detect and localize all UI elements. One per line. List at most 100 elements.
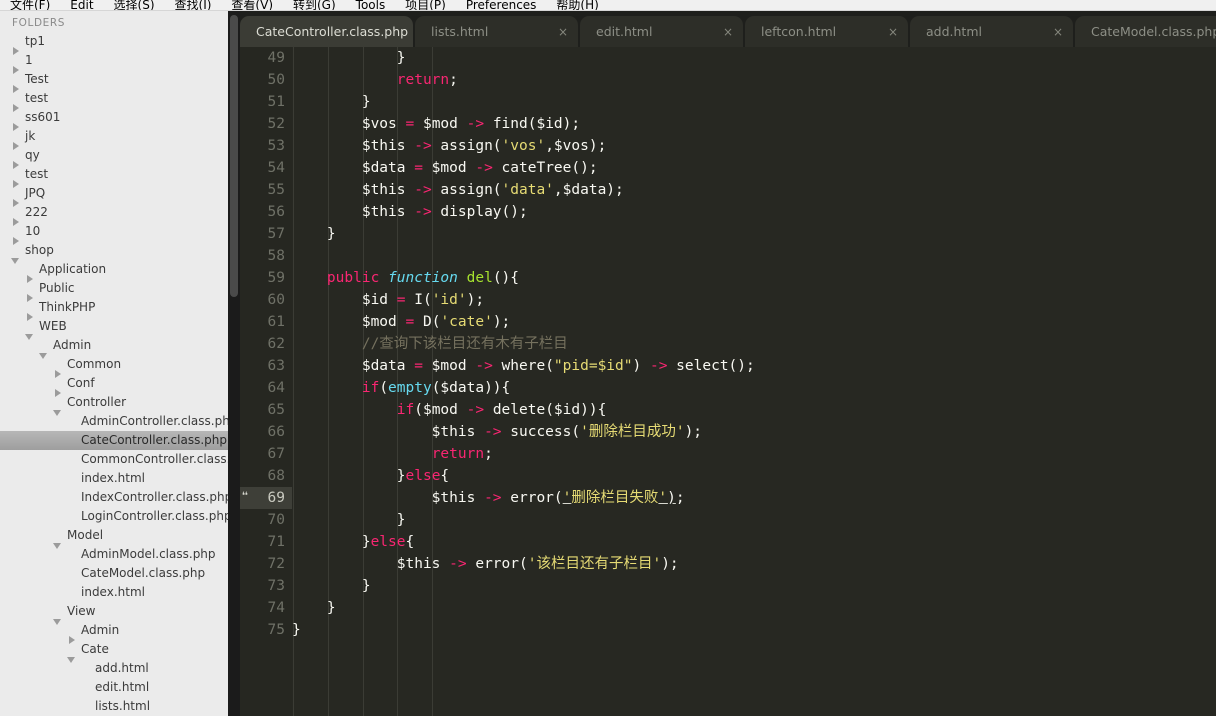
tree-folder[interactable]: Cate: [0, 640, 228, 663]
code-token: }: [292, 50, 406, 66]
line-number-value: 70: [267, 512, 285, 528]
tree-file[interactable]: LoginController.class.php: [0, 507, 228, 526]
code-token: return: [396, 72, 450, 88]
code-line[interactable]: }: [292, 597, 1216, 619]
menu-item-4[interactable]: 查看(V): [221, 0, 283, 10]
tree-file[interactable]: IndexController.class.php: [0, 488, 228, 507]
line-number: 67: [240, 443, 292, 465]
line-number-gutter: 49 50 51 52 53 54 55 56 57 58 59 60 61 62 63 64 65 66 67 68…: [240, 47, 292, 716]
tree-folder[interactable]: Controller: [0, 393, 228, 416]
menu-item-3[interactable]: 查找(I): [165, 0, 222, 10]
tree-file[interactable]: CateController.class.php: [0, 431, 228, 450]
tab-close-icon[interactable]: ×: [723, 26, 733, 38]
menu-item-7[interactable]: 项目(P): [395, 0, 456, 10]
code-line[interactable]: }else{: [292, 465, 1216, 487]
tree-file[interactable]: CommonController.class.php: [0, 450, 228, 469]
sidebar-scrollbar-track[interactable]: [228, 11, 240, 716]
menu-item-2[interactable]: 选择(S): [104, 0, 165, 10]
code-line[interactable]: public function del(){: [292, 267, 1216, 289]
menu-item-1[interactable]: Edit: [60, 0, 103, 10]
menu-item-0[interactable]: 文件(F): [0, 0, 60, 10]
code-line[interactable]: $mod = D('cate');: [292, 311, 1216, 333]
code-line[interactable]: $data = $mod -> where("pid=$id") -> sele…: [292, 355, 1216, 377]
tree-folder[interactable]: 1: [0, 51, 228, 74]
tree-folder[interactable]: ThinkPHP: [0, 298, 228, 321]
editor-tab[interactable]: lists.html ×: [415, 16, 578, 47]
tree-folder[interactable]: qy: [0, 146, 228, 169]
tree-file[interactable]: index.html: [0, 583, 228, 602]
code-line[interactable]: $this -> assign('data',$data);: [292, 179, 1216, 201]
code-line[interactable]: if($mod -> delete($id)){: [292, 399, 1216, 421]
code-line[interactable]: return;: [292, 443, 1216, 465]
tree-file[interactable]: add.html: [0, 659, 228, 678]
tree-folder[interactable]: JPQ: [0, 184, 228, 207]
code-line[interactable]: }: [292, 91, 1216, 113]
tree-folder[interactable]: 10: [0, 222, 228, 245]
tree-file[interactable]: AdminModel.class.php: [0, 545, 228, 564]
tree-folder[interactable]: tp1: [0, 32, 228, 55]
tab-close-icon[interactable]: ×: [888, 26, 898, 38]
editor-tab[interactable]: CateModel.class.php: [1075, 16, 1216, 47]
code-token: ): [632, 358, 650, 374]
tab-close-icon[interactable]: ×: [558, 26, 568, 38]
code-line[interactable]: $this -> display();: [292, 201, 1216, 223]
editor-tab[interactable]: leftcon.html ×: [745, 16, 908, 47]
code-line[interactable]: return;: [292, 69, 1216, 91]
tree-folder[interactable]: Admin: [0, 336, 228, 359]
editor-tab[interactable]: CateController.class.php×: [240, 16, 432, 47]
tree-folder[interactable]: test: [0, 89, 228, 112]
code-line[interactable]: }else{: [292, 531, 1216, 553]
tree-folder[interactable]: View: [0, 602, 228, 625]
tree-folder[interactable]: Test: [0, 70, 228, 93]
code-line[interactable]: $this -> success('删除栏目成功');: [292, 421, 1216, 443]
code-line[interactable]: }: [292, 575, 1216, 597]
code-line[interactable]: $vos = $mod -> find($id);: [292, 113, 1216, 135]
tree-folder[interactable]: Application: [0, 260, 228, 283]
code-line[interactable]: }: [292, 223, 1216, 245]
sidebar-scrollbar-thumb[interactable]: [230, 15, 238, 297]
tree-folder[interactable]: jk: [0, 127, 228, 150]
code-line[interactable]: $id = I('id');: [292, 289, 1216, 311]
tab-close-icon[interactable]: ×: [1053, 26, 1063, 38]
tree-folder[interactable]: shop: [0, 241, 228, 264]
tree-file[interactable]: index.html: [0, 469, 228, 488]
line-number: 61: [240, 311, 292, 333]
tree-folder[interactable]: WEB: [0, 317, 228, 340]
code-line[interactable]: }: [292, 619, 1216, 641]
code-lines[interactable]: } return; } $vos = $mod -> find($id); $t…: [292, 47, 1216, 716]
line-number-value: 51: [267, 94, 285, 110]
menu-item-9[interactable]: 帮助(H): [546, 0, 608, 10]
line-number: 57: [240, 223, 292, 245]
code-area[interactable]: 49 50 51 52 53 54 55 56 57 58 59 60 61 62 63 64 65 66 67 68…: [240, 47, 1216, 716]
tree-folder[interactable]: Common: [0, 355, 228, 378]
code-line[interactable]: }: [292, 47, 1216, 69]
menu-item-5[interactable]: 转到(G): [283, 0, 346, 10]
editor-scrollbar[interactable]: [1211, 47, 1216, 716]
code-token: else: [370, 534, 406, 550]
code-line[interactable]: $this -> error('删除栏目失败');: [292, 487, 1216, 509]
code-line[interactable]: }: [292, 509, 1216, 531]
tree-file[interactable]: AdminController.class.php: [0, 412, 228, 431]
tree-file[interactable]: lists.html: [0, 697, 228, 716]
tree-folder[interactable]: test: [0, 165, 228, 188]
editor-tab[interactable]: add.html ×: [910, 16, 1073, 47]
menu-item-8[interactable]: Preferences: [456, 0, 547, 10]
code-line[interactable]: if(empty($data)){: [292, 377, 1216, 399]
code-line[interactable]: $this -> assign('vos',$vos);: [292, 135, 1216, 157]
code-line[interactable]: $this -> error('该栏目还有子栏目');: [292, 553, 1216, 575]
tree-folder[interactable]: Conf: [0, 374, 228, 397]
tree-folder[interactable]: 222: [0, 203, 228, 226]
tree-folder[interactable]: Public: [0, 279, 228, 302]
code-line[interactable]: [292, 245, 1216, 267]
editor-tab[interactable]: edit.html ×: [580, 16, 743, 47]
code-token: D(: [414, 314, 441, 330]
tree-file[interactable]: edit.html: [0, 678, 228, 697]
tree-file[interactable]: CateModel.class.php: [0, 564, 228, 583]
code-line[interactable]: $data = $mod -> cateTree();: [292, 157, 1216, 179]
tree-folder[interactable]: Model: [0, 526, 228, 549]
line-number-value: 52: [267, 116, 285, 132]
code-line[interactable]: //查询下该栏目还有木有子栏目: [292, 333, 1216, 355]
menu-item-6[interactable]: Tools: [346, 0, 396, 10]
tree-folder[interactable]: Admin: [0, 621, 228, 644]
tree-folder[interactable]: ss601: [0, 108, 228, 131]
